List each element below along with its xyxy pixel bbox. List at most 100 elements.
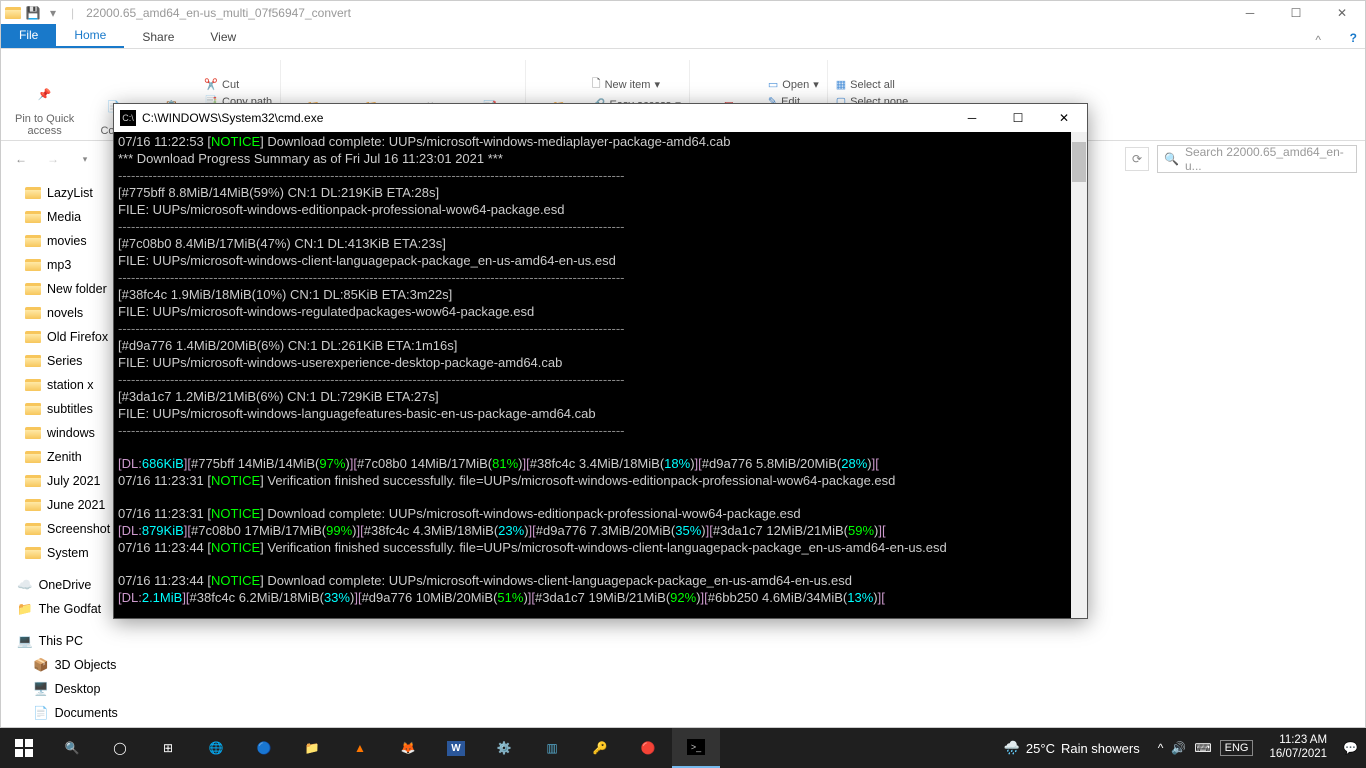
edge-icon: 🌐 xyxy=(209,741,224,755)
tree-item[interactable]: 📄Documents xyxy=(1,701,201,725)
qa-dropdown-icon[interactable]: ▾ xyxy=(45,5,61,21)
language-indicator[interactable]: ENG xyxy=(1220,740,1254,756)
cmd-output[interactable]: 07/16 11:22:53 [NOTICE] Download complet… xyxy=(114,132,1071,618)
taskbar-settings[interactable]: ⚙️ xyxy=(480,728,528,768)
tab-home[interactable]: Home xyxy=(56,24,124,48)
folder-icon xyxy=(25,283,41,295)
folder-icon xyxy=(25,475,41,487)
tree-item-label: Desktop xyxy=(55,682,101,696)
taskbar-app2[interactable]: 🔑 xyxy=(576,728,624,768)
help-icon[interactable]: ? xyxy=(1350,31,1357,45)
vlc-icon: ▲ xyxy=(354,741,366,755)
task-view-button[interactable]: ⊞ xyxy=(144,728,192,768)
cmd-minimize-button[interactable]: ─ xyxy=(949,104,995,132)
folder-icon xyxy=(25,499,41,511)
taskbar-word[interactable]: W xyxy=(432,728,480,768)
pin-icon: 📌 xyxy=(29,79,61,111)
weather-widget[interactable]: 🌧️ 25°C Rain showers xyxy=(994,740,1150,756)
tree-item[interactable]: 📦 3D Objects xyxy=(1,653,201,677)
tab-share[interactable]: Share xyxy=(124,26,192,48)
clock[interactable]: 11:23 AM 16/07/2021 xyxy=(1261,734,1335,762)
qa-save-icon[interactable]: 💾 xyxy=(25,5,41,21)
taskbar-firefox[interactable]: 🦊 xyxy=(384,728,432,768)
forward-button[interactable]: → xyxy=(41,147,65,171)
new-item-icon: 🗋 xyxy=(592,75,601,94)
start-button[interactable] xyxy=(0,728,48,768)
folder-icon xyxy=(25,451,41,463)
chevron-down-icon: ▾ xyxy=(654,78,660,91)
select-all-button[interactable]: ▦Select all xyxy=(836,78,909,91)
search-icon: 🔍 xyxy=(1164,152,1179,166)
tree-item[interactable]: 🖥️Desktop xyxy=(1,677,201,701)
tree-item-label: Screenshot xyxy=(47,522,110,536)
tree-item-label: Media xyxy=(47,210,81,224)
tree-item-label: LazyList xyxy=(47,186,93,200)
cortana-icon: ◯ xyxy=(113,741,126,755)
new-item-button[interactable]: 🗋New item ▾ xyxy=(592,75,681,94)
taskbar-app1[interactable]: ▥ xyxy=(528,728,576,768)
explorer-titlebar[interactable]: 💾 ▾ | 22000.65_amd64_en-us_multi_07f5694… xyxy=(1,1,1365,25)
windows-icon xyxy=(15,739,33,757)
taskbar-edge[interactable]: 🌐 xyxy=(192,728,240,768)
taskbar-chrome[interactable]: 🔵 xyxy=(240,728,288,768)
cmd-maximize-button[interactable]: ☐ xyxy=(995,104,1041,132)
cmd-scroll-thumb[interactable] xyxy=(1072,142,1086,182)
taskbar-chrome2[interactable]: 🔴 xyxy=(624,728,672,768)
tab-file[interactable]: File xyxy=(1,24,56,48)
folder-icon xyxy=(5,5,21,21)
tree-item-label: Old Firefox xyxy=(47,330,108,344)
folder-icon xyxy=(25,259,41,271)
cmd-close-button[interactable]: ✕ xyxy=(1041,104,1087,132)
tree-item-label: Documents xyxy=(55,706,118,720)
tree-item-label: 3D Objects xyxy=(55,658,117,672)
cmd-window[interactable]: C:\ C:\WINDOWS\System32\cmd.exe ─ ☐ ✕ 07… xyxy=(113,103,1088,619)
taskbar[interactable]: 🔍 ◯ ⊞ 🌐 🔵 📁 ▲ 🦊 W ⚙️ ▥ 🔑 🔴 >_ 🌧️ 25°C Ra… xyxy=(0,728,1366,768)
this-pc-item[interactable]: 💻This PC xyxy=(1,629,201,653)
search-button[interactable]: 🔍 xyxy=(48,728,96,768)
ribbon-collapse-icon[interactable]: ^ xyxy=(1315,33,1321,47)
taskbar-vlc[interactable]: ▲ xyxy=(336,728,384,768)
clock-time: 11:23 AM xyxy=(1269,734,1327,748)
icon: 📦 xyxy=(33,658,49,673)
volume-icon[interactable]: 🔊 xyxy=(1171,741,1186,755)
folder-icon xyxy=(25,427,41,439)
folder-icon xyxy=(25,235,41,247)
cortana-button[interactable]: ◯ xyxy=(96,728,144,768)
weather-temp: 25°C xyxy=(1026,741,1055,756)
history-dropdown[interactable]: ▾ xyxy=(73,147,97,171)
cmd-title-text: C:\WINDOWS\System32\cmd.exe xyxy=(142,111,323,125)
open-button[interactable]: ▭Open ▾ xyxy=(768,78,819,91)
close-button[interactable]: ✕ xyxy=(1319,1,1365,25)
search-input[interactable]: 🔍 Search 22000.65_amd64_en-u... xyxy=(1157,145,1357,173)
tree-item-label: windows xyxy=(47,426,95,440)
tree-item-label: Zenith xyxy=(47,450,82,464)
cut-button[interactable]: ✂️Cut xyxy=(204,78,272,91)
pin-button[interactable]: 📌 Pin to Quick access xyxy=(9,53,80,137)
keyboard-icon[interactable]: ⌨ xyxy=(1194,741,1211,755)
word-icon: W xyxy=(447,741,464,756)
folder-icon xyxy=(25,355,41,367)
folder-icon xyxy=(25,379,41,391)
weather-text: Rain showers xyxy=(1061,741,1140,756)
folder-icon xyxy=(25,211,41,223)
cmd-scrollbar[interactable] xyxy=(1071,132,1087,618)
pc-icon: 💻 xyxy=(17,634,33,649)
tree-item-label: July 2021 xyxy=(47,474,101,488)
back-button[interactable]: ← xyxy=(9,147,33,171)
select-all-icon: ▦ xyxy=(836,78,846,91)
tray-chevron-icon[interactable]: ^ xyxy=(1158,741,1164,755)
tree-item-label: OneDrive xyxy=(39,578,92,592)
taskbar-explorer[interactable]: 📁 xyxy=(288,728,336,768)
refresh-button[interactable]: ⟳ xyxy=(1125,147,1149,171)
folder-icon xyxy=(25,187,41,199)
minimize-button[interactable]: ─ xyxy=(1227,1,1273,25)
taskbar-cmd[interactable]: >_ xyxy=(672,728,720,768)
cmd-icon: >_ xyxy=(687,739,705,755)
icon: ☁️ xyxy=(17,578,33,593)
tab-view[interactable]: View xyxy=(192,26,254,48)
notifications-icon[interactable]: 💬 xyxy=(1343,741,1358,755)
cmd-titlebar[interactable]: C:\ C:\WINDOWS\System32\cmd.exe ─ ☐ ✕ xyxy=(114,104,1087,132)
maximize-button[interactable]: ☐ xyxy=(1273,1,1319,25)
ribbon-tabs: File Home Share View ? ^ xyxy=(1,25,1365,49)
firefox-icon: 🦊 xyxy=(401,741,416,755)
